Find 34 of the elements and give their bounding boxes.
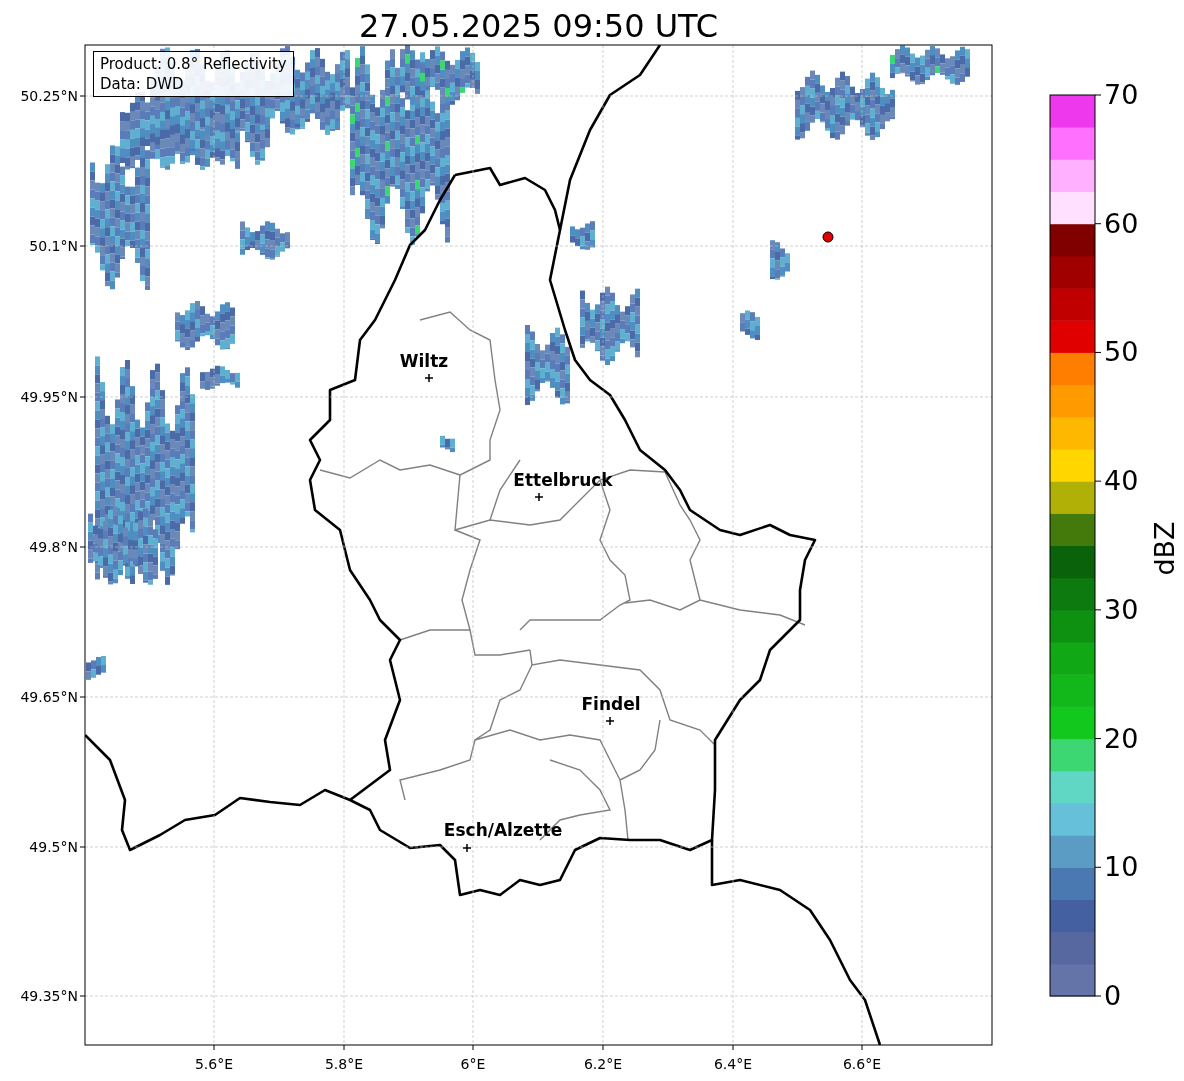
- longitude-tick-label: 5.8°E: [323, 1057, 365, 1071]
- city-marker-icon: [605, 716, 615, 726]
- colorbar-tick-label: 0: [1104, 982, 1122, 1009]
- colorbar-tick-label: 40: [1104, 467, 1139, 495]
- latitude-tick-label: 50.1°N: [28, 239, 78, 253]
- info-text: Data: DWD: [100, 74, 185, 94]
- longitude-tick-label: 5.6°E: [193, 1057, 235, 1071]
- radar-site-marker-icon: [822, 231, 834, 243]
- city-marker-icon: [462, 843, 472, 853]
- longitude-tick-label: 6°E: [459, 1057, 487, 1071]
- city-marker-icon: [424, 373, 434, 383]
- chart-title: 27.05.2025 09:50 UTC: [357, 6, 720, 46]
- colorbar-label: dBZ: [1150, 521, 1178, 576]
- city-marker-icon: [534, 492, 544, 502]
- latitude-tick-label: 49.95°N: [19, 390, 78, 404]
- longitude-tick-label: 6.6°E: [841, 1057, 883, 1071]
- colorbar-tick-label: 30: [1104, 595, 1139, 623]
- city-label: Findel: [580, 696, 642, 713]
- latitude-tick-label: 49.5°N: [28, 840, 78, 854]
- latitude-tick-label: 50.25°N: [19, 89, 78, 103]
- city-label: Wiltz: [398, 353, 450, 370]
- latitude-tick-label: 49.65°N: [19, 690, 78, 704]
- colorbar-tick-label: 20: [1104, 724, 1139, 752]
- longitude-tick-label: 6.4°E: [712, 1057, 754, 1071]
- colorbar-tick-label: 10: [1104, 853, 1139, 881]
- city-label: Esch/Alzette: [442, 822, 564, 839]
- city-label: Ettelbruck: [512, 472, 614, 489]
- colorbar-tick-label: 70: [1104, 81, 1139, 108]
- longitude-tick-label: 6.2°E: [582, 1057, 624, 1071]
- latitude-tick-label: 49.8°N: [28, 540, 78, 554]
- info-text: Product: 0.8° Reflectivity: [100, 54, 287, 74]
- colorbar-tick-label: 60: [1104, 209, 1139, 237]
- colorbar-tick-label: 50: [1104, 338, 1139, 366]
- latitude-tick-label: 49.35°N: [19, 989, 78, 1003]
